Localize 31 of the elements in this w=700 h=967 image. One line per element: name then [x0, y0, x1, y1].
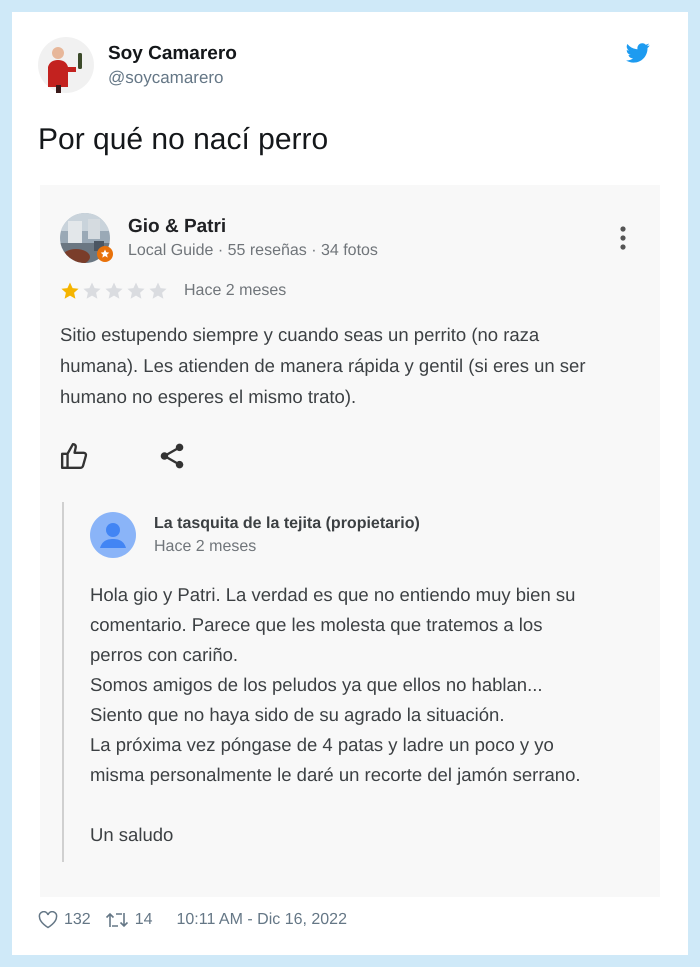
retweet-count: 14 — [134, 911, 152, 929]
star-icon — [104, 281, 124, 301]
reply-text: Somos amigos de los peludos ya que ellos no hablan... — [90, 673, 544, 697]
user-avatar-icon — [90, 512, 136, 558]
share-icon[interactable] — [158, 442, 186, 470]
tweet-timestamp: 10:11 AM - Dic 16, 2022 — [176, 911, 347, 929]
retweet-icon[interactable] — [104, 911, 129, 929]
avatar-icon — [38, 37, 94, 93]
star-icon — [148, 281, 168, 301]
thumbs-up-icon[interactable] — [60, 442, 88, 470]
author-name: Soy Camarero — [108, 42, 238, 64]
reply-text: Hola gio y Patri. La verdad es que no entiendo muy bien su comentario. Parece que les molesta que tratemos a los perros con cariño. — [90, 583, 576, 667]
review-time: Hace 2 meses — [184, 282, 286, 300]
bird-icon — [626, 43, 650, 63]
star-badge-icon — [97, 246, 113, 262]
heart-icon[interactable] — [38, 911, 58, 929]
like-count: 132 — [64, 911, 91, 929]
star-icon — [82, 281, 102, 301]
reviewer-name: Gio & Patri — [128, 216, 228, 238]
tweet-text: Por qué no nací perro — [38, 123, 330, 157]
reply-text: Siento que no haya sido de su agrado la situación. — [90, 703, 506, 727]
reply-time: Hace 2 meses — [154, 538, 258, 556]
reply-closing: Un saludo — [90, 823, 174, 847]
more-options-icon[interactable] — [620, 226, 626, 250]
reply-text: La próxima vez póngase de 4 patas y ladre un poco y yo misma personalmente le daré un recorte del jamón serrano. — [90, 733, 582, 787]
author-handle: @soycamarero — [108, 68, 225, 88]
reviewer-meta: Local Guide · 55 reseñas · 34 fotos — [128, 242, 379, 260]
star-icon — [60, 281, 80, 301]
star-icon — [126, 281, 146, 301]
review-text: Sitio estupendo siempre y cuando seas un perrito (no raza humana). Les atienden de manera rápida y gentil (si eres un ser humano no esperes el mismo trato). — [60, 323, 586, 409]
owner-name: La tasquita de la tejita (propietario) — [154, 514, 421, 532]
